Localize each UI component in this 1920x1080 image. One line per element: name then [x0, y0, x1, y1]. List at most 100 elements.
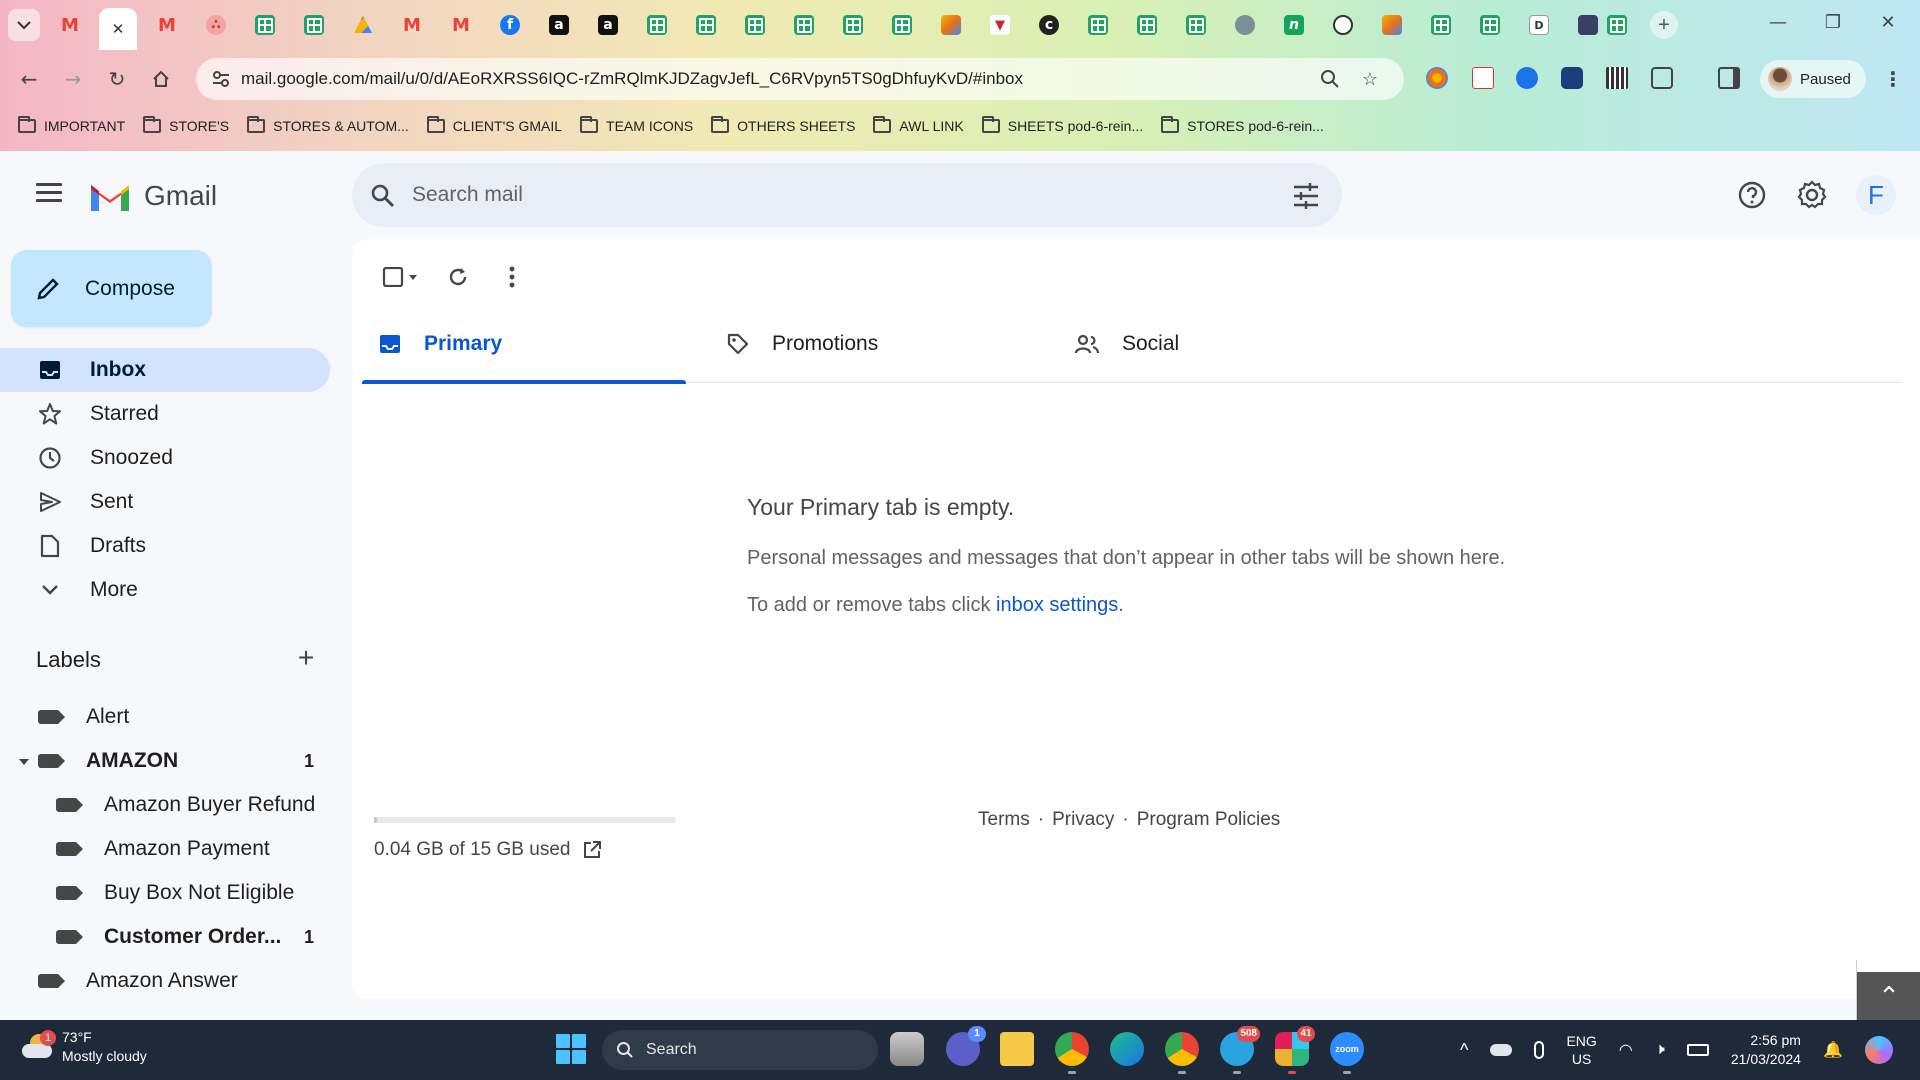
address-bar[interactable]: mail.google.com/mail/u/0/d/AEoRXRSS6IQC-…: [196, 58, 1404, 100]
browser-tab[interactable]: [1079, 8, 1117, 42]
browser-tab[interactable]: M: [148, 8, 186, 42]
url-text[interactable]: mail.google.com/mail/u/0/d/AEoRXRSS6IQC-…: [241, 69, 1023, 89]
extension-icon[interactable]: [1516, 67, 1538, 89]
task-view-icon[interactable]: [890, 1032, 924, 1066]
language-indicator[interactable]: ENG US: [1566, 1032, 1596, 1068]
browser-tab[interactable]: c: [1030, 8, 1068, 42]
bookmark-folder[interactable]: CLIENT'S GMAIL: [426, 116, 562, 134]
qr-extension-icon[interactable]: [1606, 67, 1628, 89]
label-item[interactable]: Amazon Buyer Refund: [0, 783, 330, 827]
bookmark-folder[interactable]: SHEETS pod-6-rein...: [981, 116, 1143, 134]
microphone-icon[interactable]: [1534, 1041, 1545, 1059]
browser-tab[interactable]: [344, 8, 382, 42]
chrome-icon[interactable]: [1165, 1032, 1199, 1074]
more-options-icon[interactable]: [492, 257, 532, 297]
browser-tab-active[interactable]: ✕: [99, 8, 137, 50]
onedrive-cloud-icon[interactable]: [1490, 1044, 1513, 1056]
browser-tab[interactable]: [1373, 8, 1411, 42]
bookmark-folder[interactable]: STORES pod-6-rein...: [1161, 116, 1324, 134]
browser-tab[interactable]: [1422, 8, 1460, 42]
clock[interactable]: 2:56 pm 21/03/2024: [1731, 1031, 1801, 1069]
extension-icon[interactable]: [1561, 67, 1583, 89]
label-item[interactable]: Customer Order... 1: [0, 915, 330, 959]
reload-button[interactable]: ↻: [102, 64, 132, 94]
sidebar-item-drafts[interactable]: Drafts: [0, 524, 330, 568]
sidebar-item-more[interactable]: More: [0, 568, 330, 612]
browser-tab[interactable]: M: [51, 8, 89, 42]
browser-tab[interactable]: [1598, 8, 1636, 42]
select-checkbox[interactable]: [374, 257, 426, 297]
tab-close-icon[interactable]: ✕: [112, 20, 125, 38]
browser-tab[interactable]: n: [1275, 8, 1313, 42]
browser-tab[interactable]: M: [393, 8, 431, 42]
browser-tab[interactable]: a: [589, 8, 627, 42]
battery-icon[interactable]: [1686, 1044, 1709, 1056]
taskbar-search[interactable]: Search: [602, 1030, 878, 1070]
browser-tab[interactable]: [834, 8, 872, 42]
sidebar-item-inbox[interactable]: Inbox: [0, 348, 330, 392]
chevron-up-icon[interactable]: ^: [1460, 1040, 1468, 1061]
tab-primary[interactable]: Primary: [362, 305, 686, 384]
browser-menu-button[interactable]: ⋮: [1878, 64, 1908, 94]
copilot-icon[interactable]: [1864, 1036, 1893, 1064]
external-link-icon[interactable]: [582, 840, 602, 860]
sidebar-item-snoozed[interactable]: Snoozed: [0, 436, 330, 480]
privacy-link[interactable]: Privacy: [1052, 809, 1114, 831]
compose-button[interactable]: Compose: [11, 250, 212, 327]
browser-tab[interactable]: f: [491, 8, 529, 42]
program-policies-link[interactable]: Program Policies: [1137, 809, 1281, 831]
browser-tab[interactable]: [1324, 8, 1362, 42]
zoom-icon[interactable]: [1318, 67, 1342, 91]
browser-tab[interactable]: ▼: [981, 8, 1019, 42]
browser-tab[interactable]: [932, 8, 970, 42]
edge-icon[interactable]: [1110, 1032, 1144, 1066]
browser-tab[interactable]: [246, 8, 284, 42]
notification-bell-icon[interactable]: 🔔: [1823, 1040, 1843, 1060]
profile-button[interactable]: Paused: [1760, 60, 1866, 98]
browser-tab[interactable]: D: [1520, 8, 1558, 42]
scroll-to-top-button[interactable]: ⌃: [1857, 972, 1920, 1020]
bookmark-folder[interactable]: STORE'S: [143, 116, 229, 134]
search-bar[interactable]: [352, 163, 1342, 227]
browser-tab[interactable]: [785, 8, 823, 42]
terms-link[interactable]: Terms: [978, 809, 1030, 831]
browser-tab[interactable]: [1128, 8, 1166, 42]
puzzle-extensions-icon[interactable]: [1651, 67, 1673, 89]
account-avatar[interactable]: F: [1856, 175, 1896, 215]
browser-tab[interactable]: [1471, 8, 1509, 42]
browser-tab[interactable]: [687, 8, 725, 42]
browser-tab[interactable]: [1177, 8, 1215, 42]
sidebar-item-starred[interactable]: Starred: [0, 392, 330, 436]
sidebar-item-sent[interactable]: Sent: [0, 480, 330, 524]
windows-start-icon[interactable]: [556, 1034, 586, 1064]
tab-social[interactable]: Social: [1058, 305, 1382, 383]
zoom-icon[interactable]: zoom: [1330, 1032, 1364, 1074]
caret-down-icon[interactable]: [19, 759, 29, 765]
search-input[interactable]: [412, 179, 1212, 211]
side-panel-icon[interactable]: [1718, 67, 1740, 89]
browser-tab[interactable]: [1226, 8, 1264, 42]
weather-widget[interactable]: 1 73°F Mostly cloudy: [20, 1028, 147, 1066]
home-button[interactable]: [146, 64, 176, 94]
search-options-icon[interactable]: [1292, 183, 1320, 209]
site-info-icon[interactable]: [210, 68, 232, 90]
create-label-button[interactable]: +: [292, 644, 320, 673]
search-icon[interactable]: [370, 183, 396, 209]
label-item[interactable]: Buy Box Not Eligible: [0, 871, 330, 915]
volume-muted-icon[interactable]: 🕨: [1655, 1041, 1665, 1059]
gmail-logo[interactable]: Gmail: [88, 179, 217, 213]
teams-chat-icon[interactable]: 1: [946, 1026, 986, 1066]
new-tab-button[interactable]: +: [1650, 11, 1678, 39]
restore-button[interactable]: ❐: [1813, 12, 1853, 33]
chrome-icon[interactable]: [1055, 1032, 1089, 1074]
browser-tab[interactable]: [295, 8, 333, 42]
main-menu-icon[interactable]: [36, 183, 62, 203]
bookmark-folder[interactable]: OTHERS SHEETS: [711, 116, 855, 134]
tab-search-button[interactable]: [8, 9, 40, 41]
inbox-settings-link[interactable]: inbox settings: [996, 594, 1118, 616]
bookmark-folder[interactable]: AWL LINK: [873, 116, 964, 134]
browser-tab[interactable]: ∴: [197, 8, 235, 42]
wifi-icon[interactable]: ◠: [1619, 1040, 1633, 1060]
browser-tab[interactable]: [638, 8, 676, 42]
browser-tab[interactable]: M: [442, 8, 480, 42]
